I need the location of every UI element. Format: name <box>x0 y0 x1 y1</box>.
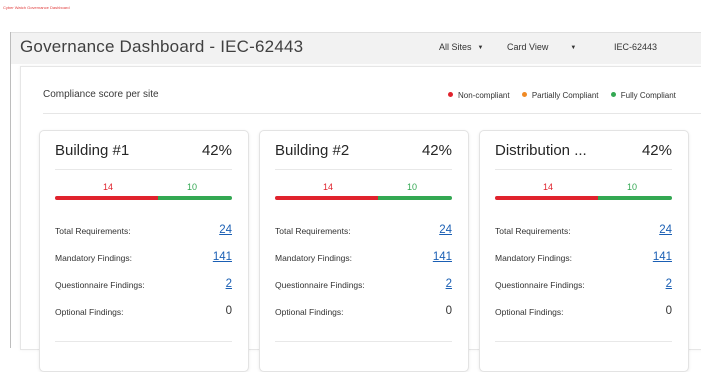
card-divider <box>55 169 232 170</box>
questionnaire-findings-link[interactable]: 2 <box>666 278 672 290</box>
legend-item-non-compliant: Non-compliant <box>448 91 510 100</box>
questionnaire-findings-row: Questionnaire Findings: 2 <box>275 278 452 292</box>
chevron-down-icon: ▼ <box>477 45 484 51</box>
compliance-percent: 42% <box>641 142 672 159</box>
row-label: Optional Findings: <box>275 307 344 317</box>
total-requirements-link[interactable]: 24 <box>439 224 452 236</box>
row-label: Mandatory Findings: <box>495 253 573 263</box>
mandatory-findings-row: Mandatory Findings: 141 <box>275 251 452 265</box>
dot-icon <box>521 92 527 97</box>
fully-compliant-segment <box>377 196 452 200</box>
optional-findings-row: Optional Findings: 0 <box>275 305 452 319</box>
optional-findings-row: Optional Findings: 0 <box>495 305 672 319</box>
non-compliant-segment <box>275 196 378 200</box>
fully-compliant-segment <box>157 196 232 200</box>
total-requirements-link[interactable]: 24 <box>659 224 672 236</box>
non-compliant-segment <box>495 196 598 200</box>
non-compliant-count: 14 <box>323 182 334 192</box>
site-card[interactable]: Building #2 42% 14 10 Total Requirements… <box>259 130 469 372</box>
card-divider <box>495 341 672 342</box>
page-title: Governance Dashboard - IEC-62443 <box>20 37 304 56</box>
panel-title: Compliance score per site <box>43 89 159 100</box>
dot-icon <box>610 92 616 97</box>
mandatory-findings-row: Mandatory Findings: 141 <box>55 251 232 265</box>
site-name: Distribution ... <box>495 142 587 159</box>
standard-selector[interactable]: IEC-62443 <box>614 42 657 52</box>
legend-label: Partially Compliant <box>531 91 599 100</box>
legend-label: Non-compliant <box>458 91 510 100</box>
fully-compliant-segment <box>597 196 672 200</box>
row-label: Optional Findings: <box>495 307 564 317</box>
view-select-dropdown[interactable]: Card View ▼ <box>507 42 576 52</box>
site-card[interactable]: Distribution ... 42% 14 10 Total Require… <box>479 130 689 372</box>
mandatory-findings-link[interactable]: 141 <box>653 251 672 263</box>
card-divider <box>55 341 232 342</box>
fully-compliant-count: 10 <box>627 182 638 192</box>
questionnaire-findings-link[interactable]: 2 <box>226 278 232 290</box>
questionnaire-findings-link[interactable]: 2 <box>446 278 452 290</box>
non-compliant-count: 14 <box>103 182 114 192</box>
card-divider <box>275 341 452 342</box>
site-filter-value: All Sites <box>439 42 472 52</box>
optional-findings-row: Optional Findings: 0 <box>55 305 232 319</box>
window-titlebar: Cyber Watch Governance Dashboard <box>0 0 701 32</box>
questionnaire-findings-row: Questionnaire Findings: 2 <box>495 278 672 292</box>
compliance-percent: 42% <box>201 142 232 159</box>
total-requirements-row: Total Requirements: 24 <box>275 224 452 238</box>
mandatory-findings-row: Mandatory Findings: 141 <box>495 251 672 265</box>
view-select-value: Card View <box>507 42 549 52</box>
dashboard-header: Governance Dashboard - IEC-62443 All Sit… <box>11 32 701 64</box>
row-label: Mandatory Findings: <box>55 253 133 263</box>
site-name: Building #1 <box>55 142 130 159</box>
legend-item-partially-compliant: Partially Compliant <box>521 91 599 100</box>
total-requirements-link[interactable]: 24 <box>219 224 232 236</box>
compliance-bar <box>275 196 452 200</box>
optional-findings-value: 0 <box>445 305 452 317</box>
legend: Non-compliant Partially Compliant Fully … <box>448 91 686 100</box>
non-compliant-segment <box>55 196 158 200</box>
optional-findings-value: 0 <box>225 305 232 317</box>
card-divider <box>495 169 672 170</box>
optional-findings-value: 0 <box>665 305 672 317</box>
total-requirements-row: Total Requirements: 24 <box>55 224 232 238</box>
compliance-bar <box>495 196 672 200</box>
site-filter-dropdown[interactable]: All Sites ▼ <box>439 42 483 52</box>
mandatory-findings-link[interactable]: 141 <box>433 251 452 263</box>
row-label: Total Requirements: <box>275 226 351 236</box>
window-title: Cyber Watch Governance Dashboard <box>3 5 70 10</box>
row-label: Questionnaire Findings: <box>275 280 365 290</box>
row-label: Optional Findings: <box>55 307 124 317</box>
chevron-down-icon: ▼ <box>570 45 577 51</box>
total-requirements-row: Total Requirements: 24 <box>495 224 672 238</box>
non-compliant-count: 14 <box>543 182 554 192</box>
compliance-bar <box>55 196 232 200</box>
mandatory-findings-link[interactable]: 141 <box>213 251 232 263</box>
questionnaire-findings-row: Questionnaire Findings: 2 <box>55 278 232 292</box>
card-divider <box>275 169 452 170</box>
site-card[interactable]: Building #1 42% 14 10 Total Requirements… <box>39 130 249 372</box>
site-name: Building #2 <box>275 142 350 159</box>
row-label: Total Requirements: <box>495 226 571 236</box>
legend-label: Fully Compliant <box>620 91 676 100</box>
row-label: Questionnaire Findings: <box>55 280 145 290</box>
dot-icon <box>448 92 453 97</box>
row-label: Mandatory Findings: <box>275 253 353 263</box>
panel-divider <box>43 113 701 114</box>
compliance-percent: 42% <box>421 142 452 159</box>
row-label: Questionnaire Findings: <box>495 280 585 290</box>
frame-border <box>10 32 11 348</box>
legend-item-fully-compliant: Fully Compliant <box>610 91 676 100</box>
fully-compliant-count: 10 <box>407 182 418 192</box>
fully-compliant-count: 10 <box>187 182 198 192</box>
row-label: Total Requirements: <box>55 226 131 236</box>
